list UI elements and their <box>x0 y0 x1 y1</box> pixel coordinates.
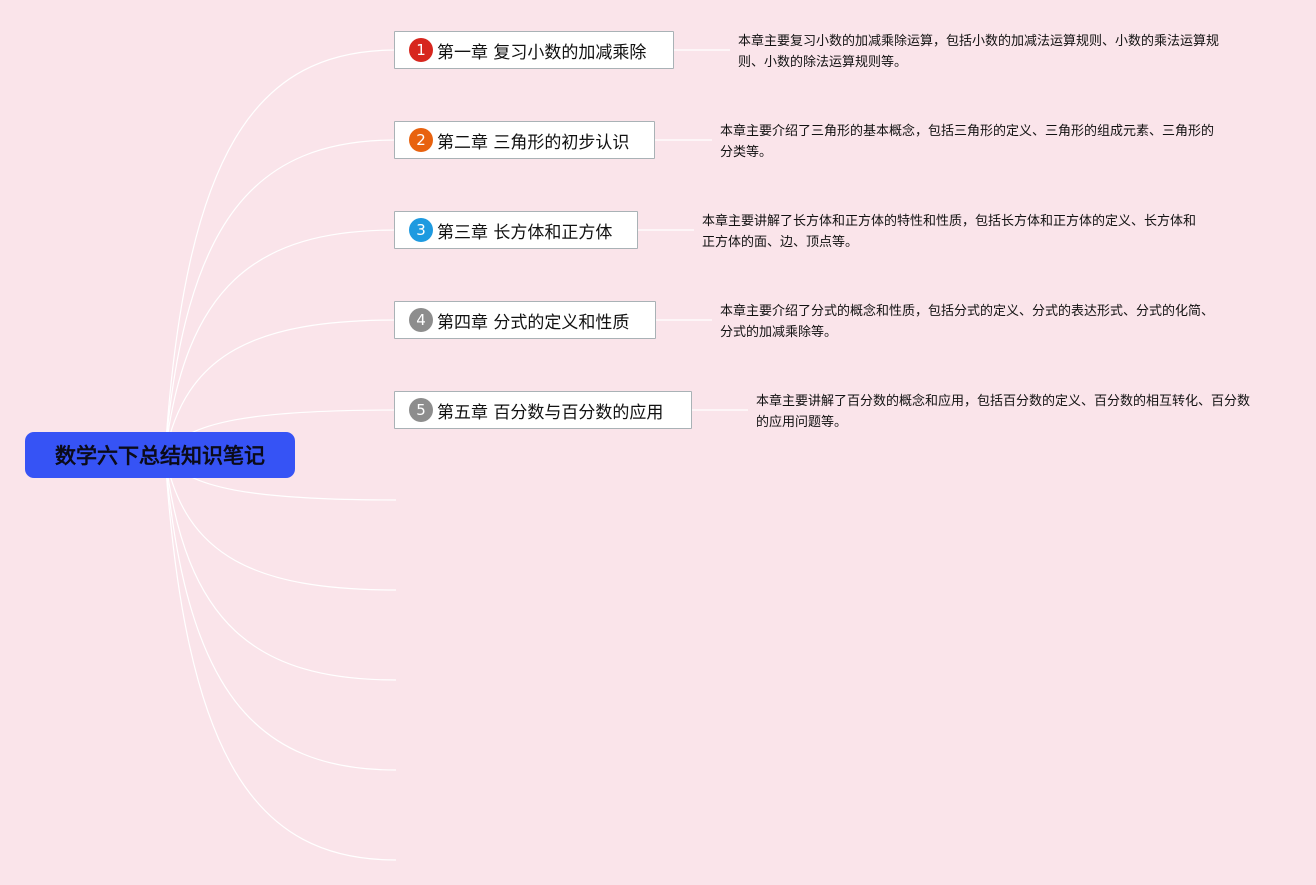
branch-connector <box>164 454 397 771</box>
branch-connector <box>164 229 397 456</box>
chapter-3-node[interactable]: 3 第三章 长方体和正方体 <box>394 211 638 249</box>
chapter-1-title: 第一章 复习小数的加减乘除 <box>437 42 647 63</box>
chapter-1-node[interactable]: 1 第一章 复习小数的加减乘除 <box>394 31 674 69</box>
chapter-5-title: 第五章 百分数与百分数的应用 <box>437 402 664 423</box>
chapter-3-title: 第三章 长方体和正方体 <box>437 222 613 243</box>
number-badge-3-icon: 3 <box>409 218 433 242</box>
branch-connector <box>164 454 397 861</box>
number-badge-2-icon: 2 <box>409 128 433 152</box>
branch-connector <box>164 139 397 456</box>
root-title: 数学六下总结知识笔记 <box>55 444 265 468</box>
root-topic[interactable]: 数学六下总结知识笔记 <box>25 432 295 478</box>
chapter-1-description: 本章主要复习小数的加减乘除运算，包括小数的加减法运算规则、小数的乘法运算规则、小… <box>738 34 1220 70</box>
branch-connector <box>164 454 397 681</box>
chapter-4-title: 第四章 分式的定义和性质 <box>437 312 630 333</box>
chapter-3-description: 本章主要讲解了长方体和正方体的特性和性质，包括长方体和正方体的定义、长方体和正方… <box>702 214 1197 250</box>
number-badge-1-icon: 1 <box>409 38 433 62</box>
number-badge-5-icon: 5 <box>409 398 433 422</box>
chapter-5-description: 本章主要讲解了百分数的概念和应用，包括百分数的定义、百分数的相互转化、百分数的应… <box>756 394 1251 430</box>
chapter-4-description: 本章主要介绍了分式的概念和性质，包括分式的定义、分式的表达形式、分式的化简、分式… <box>720 304 1215 340</box>
chapter-2-description: 本章主要介绍了三角形的基本概念，包括三角形的定义、三角形的组成元素、三角形的分类… <box>720 124 1215 160</box>
number-badge-4-icon: 4 <box>409 308 433 332</box>
chapter-2-title: 第二章 三角形的初步认识 <box>437 132 630 153</box>
chapter-4-node[interactable]: 4 第四章 分式的定义和性质 <box>394 301 656 339</box>
branch-connector <box>164 49 397 456</box>
chapter-2-node[interactable]: 2 第二章 三角形的初步认识 <box>394 121 655 159</box>
chapter-5-node[interactable]: 5 第五章 百分数与百分数的应用 <box>394 391 692 429</box>
